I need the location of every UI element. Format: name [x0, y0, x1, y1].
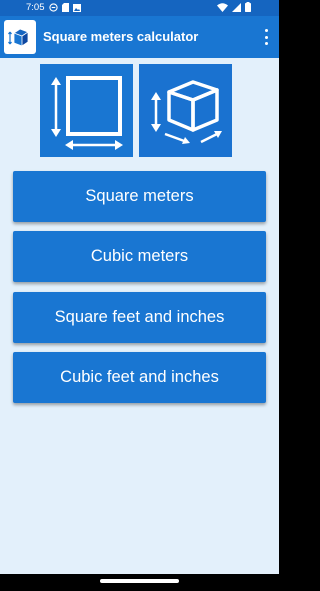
app-bar: Square meters calculator	[0, 16, 279, 58]
square-dimensions-icon	[50, 75, 123, 150]
status-bar: 7:05	[0, 0, 279, 16]
cubic-meters-button[interactable]: Cubic meters	[13, 231, 266, 282]
app-screen: 7:05 Square meters calculator Square met…	[0, 0, 279, 591]
cubic-feet-inches-button[interactable]: Cubic feet and inches	[13, 352, 266, 403]
status-time: 7:05	[26, 2, 45, 13]
battery-icon	[245, 2, 251, 12]
photo-icon	[72, 3, 81, 12]
cube-dimensions-icon	[150, 79, 222, 144]
home-gesture-handle[interactable]	[100, 579, 179, 583]
signal-icon	[232, 2, 241, 12]
square-feet-inches-button[interactable]: Square feet and inches	[13, 292, 266, 343]
cube-dimensions-tile	[139, 64, 232, 157]
do-not-disturb-icon	[48, 3, 58, 12]
wifi-icon	[217, 2, 228, 12]
app-title: Square meters calculator	[43, 29, 199, 44]
cube-icon	[4, 20, 36, 54]
square-dimensions-tile	[40, 64, 133, 157]
sd-card-icon	[61, 3, 69, 12]
square-meters-button[interactable]: Square meters	[13, 171, 266, 222]
overflow-menu-icon[interactable]	[263, 29, 269, 45]
